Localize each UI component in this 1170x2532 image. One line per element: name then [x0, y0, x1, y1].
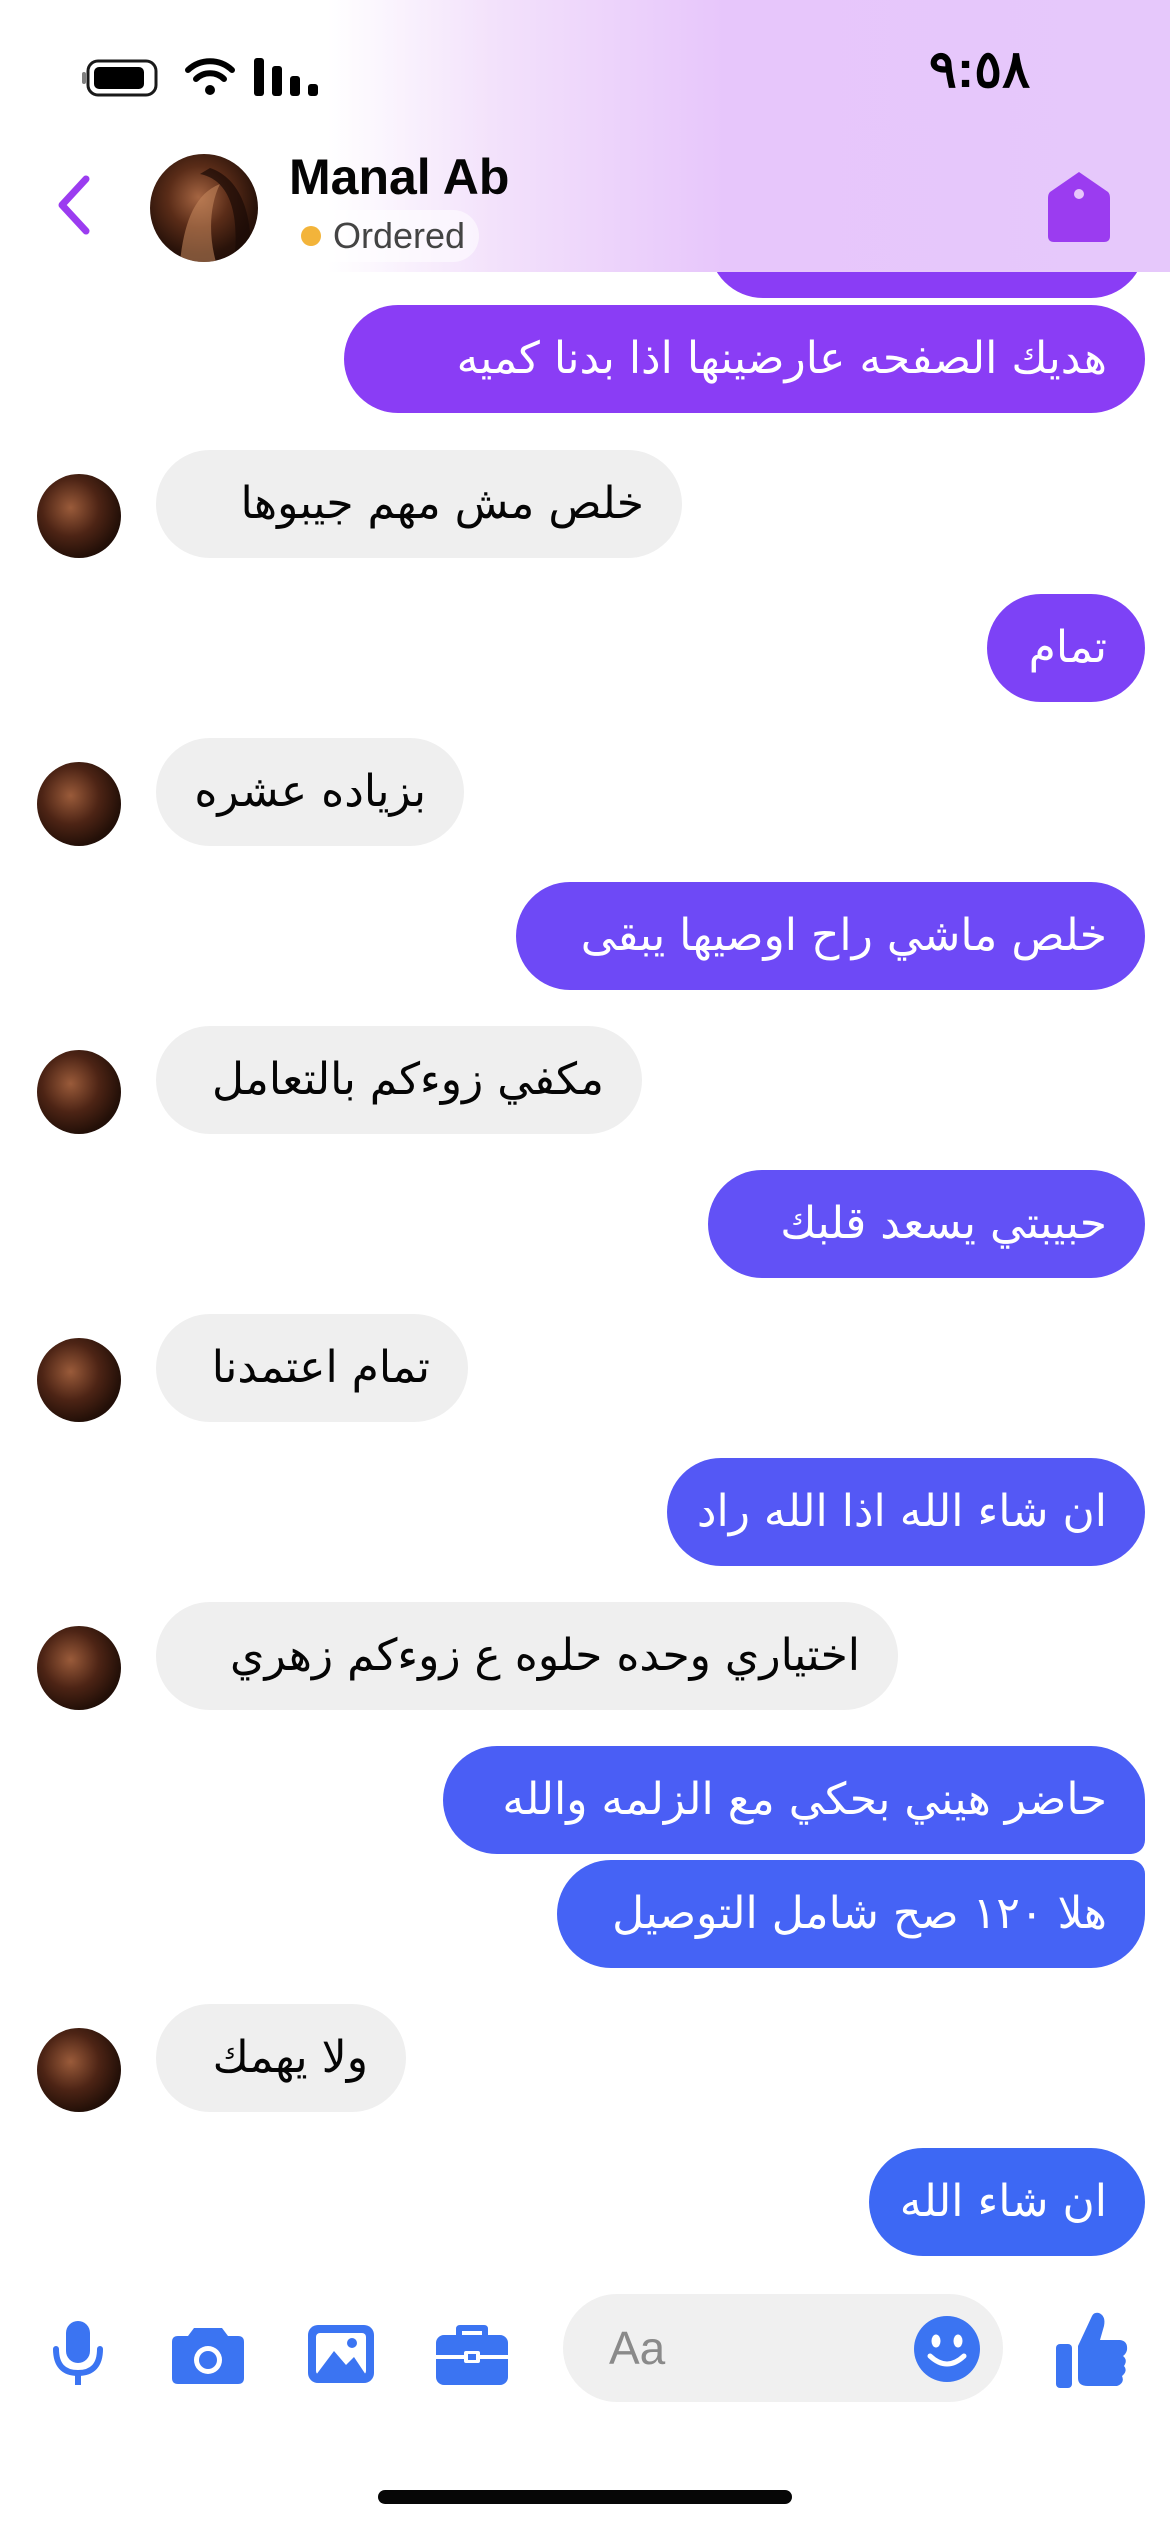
message-incoming[interactable]: تمام اعتمدنا [156, 1314, 468, 1422]
contact-avatar[interactable] [37, 1050, 121, 1134]
status-dot [301, 226, 321, 246]
contact-name[interactable]: Manal Ab [289, 148, 509, 206]
label-tag-button[interactable] [1046, 170, 1112, 244]
microphone-icon [53, 2321, 103, 2385]
thumbs-up-icon [1056, 2312, 1128, 2388]
wifi-icon [185, 58, 235, 95]
camera-button[interactable] [170, 2316, 246, 2392]
contact-avatar[interactable] [37, 474, 121, 558]
emoji-icon [914, 2316, 980, 2382]
home-indicator[interactable] [378, 2490, 792, 2504]
tag-icon [1048, 172, 1110, 242]
message-incoming[interactable]: مكفي زوءكم بالتعامل [156, 1026, 642, 1134]
apps-button[interactable] [434, 2316, 510, 2392]
message-outgoing[interactable]: تمام [987, 594, 1145, 702]
message-incoming[interactable]: ولا يهمك [156, 2004, 406, 2112]
message-composer [0, 2280, 1170, 2430]
briefcase-icon [436, 2325, 508, 2385]
message-thread[interactable]: هديك الصفحه عارضينها اذا بدنا كميه خلص م… [0, 0, 1170, 2280]
message-incoming[interactable]: بزياده عشره [156, 738, 464, 846]
contact-avatar[interactable] [37, 762, 121, 846]
contact-avatar[interactable] [37, 1626, 121, 1710]
status-bar: ٩:٥٨ [0, 0, 1170, 140]
back-button[interactable] [44, 170, 104, 240]
photo-icon [308, 2325, 374, 2383]
message-outgoing[interactable]: حبيبتي يسعد قلبك [708, 1170, 1145, 1278]
like-button[interactable] [1054, 2310, 1130, 2390]
messenger-chat-screen: هديك الصفحه عارضينها اذا بدنا كميه خلص م… [0, 0, 1170, 2532]
battery-icon [82, 59, 158, 97]
avatar-photo [180, 168, 251, 262]
message-outgoing[interactable]: ان شاء الله اذا الله راد [667, 1458, 1145, 1566]
message-outgoing[interactable]: ان شاء الله [869, 2148, 1145, 2256]
message-incoming[interactable]: اختياري وحده حلوه ع زوءكم زهري [156, 1602, 898, 1710]
message-outgoing[interactable]: هديك الصفحه عارضينها اذا بدنا كميه [344, 305, 1145, 413]
gallery-button[interactable] [303, 2316, 379, 2392]
status-time: ٩:٥٨ [928, 41, 1030, 99]
contact-avatar[interactable] [150, 154, 258, 262]
order-status-badge[interactable]: Ordered [289, 210, 480, 262]
cellular-signal-icon [254, 58, 318, 96]
message-outgoing[interactable]: خلص ماشي راح اوصيها يبقى [516, 882, 1145, 990]
conversation-header: Manal Ab Ordered [0, 140, 1170, 272]
back-chevron-icon [58, 175, 90, 235]
camera-icon [172, 2328, 244, 2384]
emoji-button[interactable] [912, 2314, 982, 2384]
order-status-label: Ordered [333, 215, 466, 256]
message-outgoing[interactable]: حاضر هيني بحكي مع الزلمه والله [443, 1746, 1145, 1854]
message-outgoing[interactable]: هلا ١٢٠ صح شامل التوصيل [557, 1860, 1145, 1968]
voice-message-button[interactable] [40, 2316, 116, 2392]
contact-avatar[interactable] [37, 2028, 121, 2112]
contact-avatar[interactable] [37, 1338, 121, 1422]
message-incoming[interactable]: خلص مش مهم جيبوها [156, 450, 682, 558]
